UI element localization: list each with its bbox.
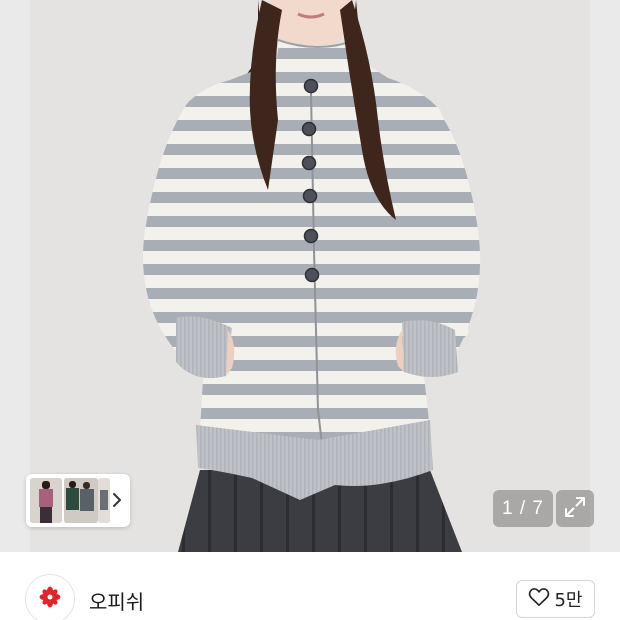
- thumbnail-3[interactable]: [98, 478, 110, 523]
- shop-logo[interactable]: [25, 574, 75, 620]
- expand-icon: [563, 495, 587, 523]
- product-photo: [0, 0, 620, 552]
- flower-icon: [39, 586, 61, 612]
- thumbnail-strip[interactable]: [26, 474, 130, 527]
- product-image-gallery[interactable]: 1 / 7: [0, 0, 620, 552]
- page-counter: 1 / 7: [493, 490, 553, 527]
- shop-name[interactable]: 오피쉬: [89, 586, 144, 615]
- thumbnail-2[interactable]: [64, 478, 98, 523]
- like-count: 5만: [554, 590, 583, 611]
- shop-info-row: 오피쉬 5만: [0, 552, 620, 620]
- chevron-right-icon[interactable]: [110, 490, 124, 510]
- thumbnail-1[interactable]: [30, 478, 62, 523]
- expand-button[interactable]: [556, 490, 594, 527]
- heart-outline-icon: [528, 587, 550, 611]
- like-button[interactable]: 5만: [516, 580, 595, 618]
